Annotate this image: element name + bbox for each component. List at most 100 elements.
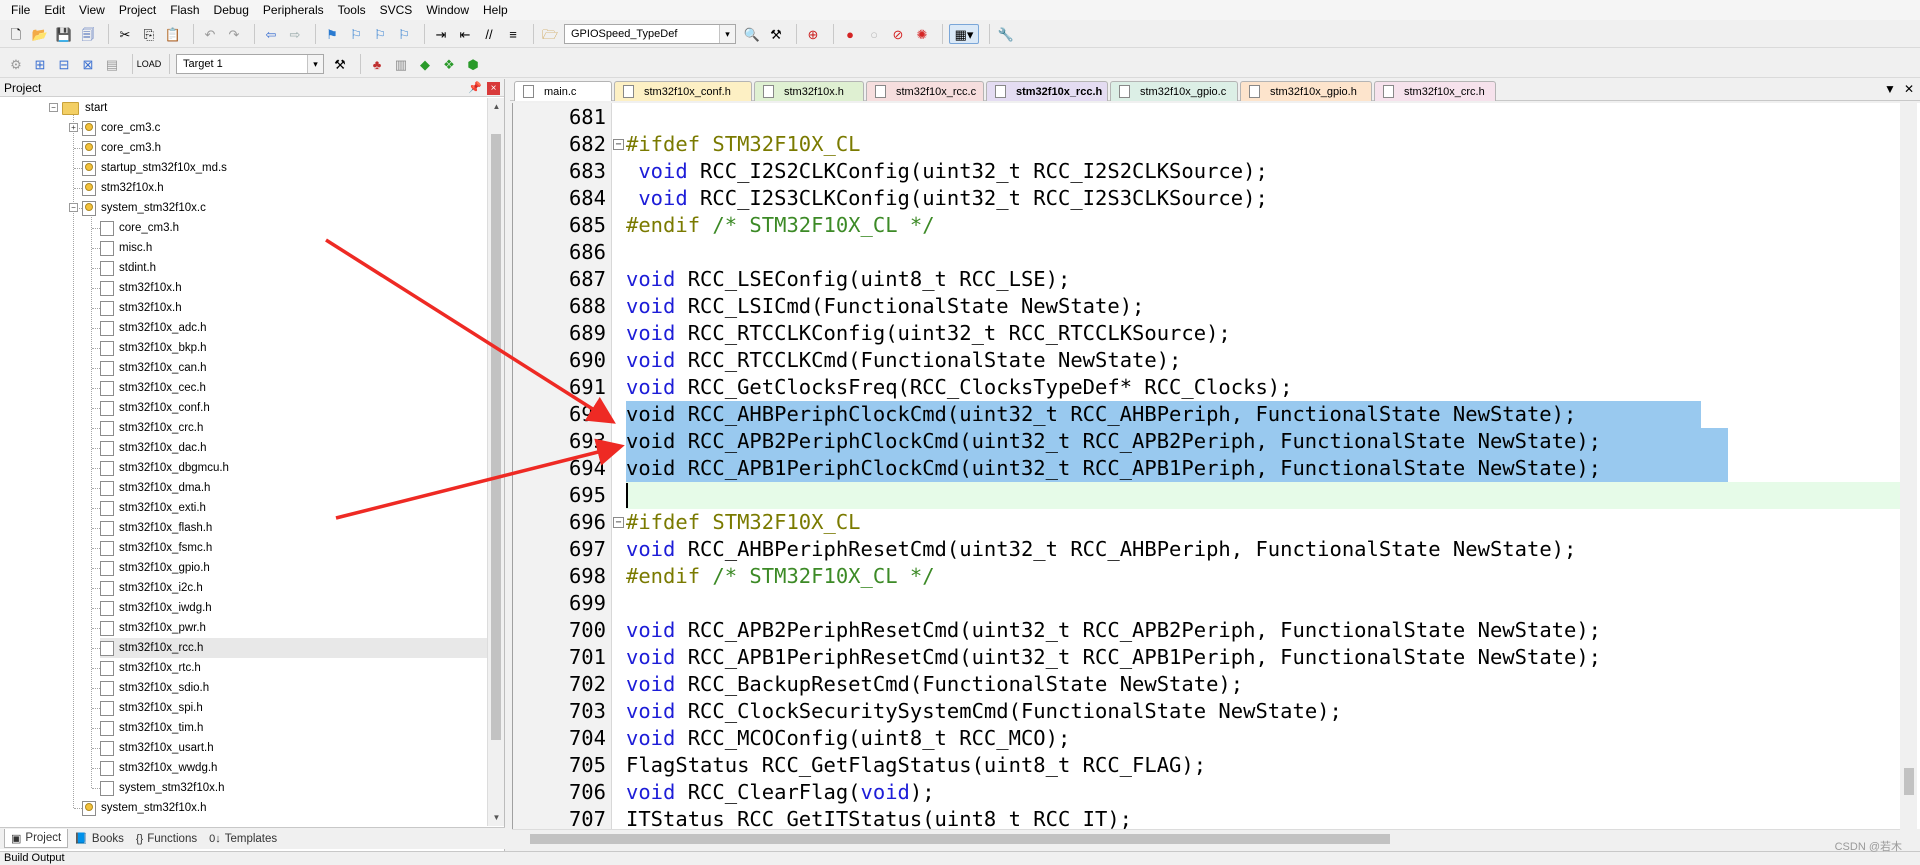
menu-peripherals[interactable]: Peripherals: [256, 3, 331, 17]
editor-tab[interactable]: stm32f10x_gpio.h: [1240, 81, 1372, 101]
code-line[interactable]: 690 void RCC_RTCCLKCmd(FunctionalState Ne…: [513, 347, 1901, 374]
tree-file-item[interactable]: stm32f10x_spi.h: [100, 698, 203, 718]
tree-file-item[interactable]: stm32f10x_dbgmcu.h: [100, 458, 229, 478]
tab-functions[interactable]: {} Functions: [130, 829, 203, 848]
tree-file-item[interactable]: stm32f10x.h: [100, 298, 182, 318]
editor-tab[interactable]: stm32f10x.h: [754, 81, 864, 101]
tree-file-item[interactable]: stm32f10x_can.h: [100, 358, 207, 378]
find-icon[interactable]: 🔍: [742, 24, 762, 44]
code-line[interactable]: 702 void RCC_BackupResetCmd(FunctionalSta…: [513, 671, 1901, 698]
tree-file-item[interactable]: stm32f10x_crc.h: [100, 418, 203, 438]
target-options-icon[interactable]: ⚒: [330, 54, 350, 74]
code-line[interactable]: 696− #ifdef STM32F10X_CL: [513, 509, 1901, 536]
editor-tab[interactable]: stm32f10x_gpio.c: [1110, 81, 1238, 101]
save-icon[interactable]: 💾: [54, 24, 74, 44]
translate-icon[interactable]: ⚙: [6, 54, 26, 74]
code-line[interactable]: 699: [513, 590, 1901, 617]
batch-build-icon[interactable]: ⊠: [78, 54, 98, 74]
menu-svcs[interactable]: SVCS: [373, 3, 420, 17]
build-icon[interactable]: ⊞: [30, 54, 50, 74]
menu-file[interactable]: File: [4, 3, 37, 17]
code-line[interactable]: 706 void RCC_ClearFlag(void);: [513, 779, 1901, 806]
code-line[interactable]: 707 ITStatus RCC_GetITStatus(uint8_t RCC_…: [513, 806, 1901, 829]
tab-books[interactable]: 📘 Books: [68, 829, 130, 848]
tab-templates[interactable]: 0↓ Templates: [203, 829, 283, 848]
menu-edit[interactable]: Edit: [37, 3, 72, 17]
code-line[interactable]: 695: [513, 482, 1901, 509]
tree-file-item[interactable]: stm32f10x_gpio.h: [100, 558, 210, 578]
prev-bookmark-icon[interactable]: ⚐: [346, 24, 366, 44]
tree-file-item[interactable]: system_stm32f10x.c: [82, 198, 206, 218]
tree-file-item[interactable]: stm32f10x_iwdg.h: [100, 598, 212, 618]
debug-session-icon[interactable]: ⊕: [803, 24, 823, 44]
editor-tab[interactable]: stm32f10x_crc.h: [1374, 81, 1496, 101]
save-all-icon[interactable]: 🗐: [78, 24, 98, 44]
project-tree-scrollbar[interactable]: ▲ ▼: [487, 98, 504, 826]
unindent-icon[interactable]: ⇤: [455, 24, 475, 44]
tree-file-item[interactable]: stm32f10x_conf.h: [100, 398, 210, 418]
new-file-icon[interactable]: 🗋: [6, 24, 26, 44]
code-line[interactable]: 694 void RCC_APB1PeriphClockCmd(uint32_t …: [513, 455, 1901, 482]
editor-tab[interactable]: stm32f10x_conf.h: [614, 81, 752, 101]
tree-file-item[interactable]: stm32f10x_fsmc.h: [100, 538, 212, 558]
code-line[interactable]: 689 void RCC_RTCCLKConfig(uint32_t RCC_RT…: [513, 320, 1901, 347]
find-in-files-icon[interactable]: 🗁: [540, 24, 560, 44]
editor-vertical-scrollbar[interactable]: [1900, 103, 1917, 829]
rebuild-icon[interactable]: ⊟: [54, 54, 74, 74]
pack-installer-icon[interactable]: ◆: [415, 54, 435, 74]
window-layout-icon[interactable]: ▦▾: [949, 24, 979, 44]
kill-breakpoints-icon[interactable]: ⊘: [888, 24, 908, 44]
tree-file-item[interactable]: system_stm32f10x.h: [100, 778, 224, 798]
manage-project-icon[interactable]: ♣: [367, 54, 387, 74]
expand-icon[interactable]: +: [69, 123, 78, 132]
scroll-up-icon[interactable]: ▲: [488, 98, 505, 115]
fold-collapse-icon[interactable]: −: [613, 517, 624, 528]
run-time-environment-icon[interactable]: ⬢: [463, 54, 483, 74]
menu-help[interactable]: Help: [476, 3, 515, 17]
tab-list-dropdown-icon[interactable]: ▼: [1884, 82, 1896, 96]
editor-tab[interactable]: stm32f10x_rcc.c: [866, 81, 984, 101]
nav-back-icon[interactable]: ⇦: [261, 24, 281, 44]
tree-file-item[interactable]: stm32f10x_flash.h: [100, 518, 212, 538]
menu-debug[interactable]: Debug: [207, 3, 256, 17]
tree-file-item[interactable]: stm32f10x_bkp.h: [100, 338, 207, 358]
download-icon[interactable]: LOAD: [137, 54, 162, 74]
incremental-find-icon[interactable]: ⚒: [766, 24, 786, 44]
code-line[interactable]: 693 void RCC_APB2PeriphClockCmd(uint32_t …: [513, 428, 1901, 455]
editor-tab[interactable]: main.c: [514, 81, 612, 101]
code-line[interactable]: 705 FlagStatus RCC_GetFlagStatus(uint8_t …: [513, 752, 1901, 779]
menu-tools[interactable]: Tools: [331, 3, 373, 17]
tree-file-item[interactable]: stm32f10x_dma.h: [100, 478, 210, 498]
code-line[interactable]: 688 void RCC_LSICmd(FunctionalState NewSt…: [513, 293, 1901, 320]
collapse-icon[interactable]: −: [49, 103, 58, 112]
code-line[interactable]: 692 void RCC_AHBPeriphClockCmd(uint32_t R…: [513, 401, 1901, 428]
disable-breakpoint-icon[interactable]: ○: [864, 24, 884, 44]
chevron-down-icon[interactable]: ▾: [307, 55, 323, 73]
tree-file-item[interactable]: core_cm3.c: [82, 118, 160, 138]
tree-file-item[interactable]: core_cm3.h: [82, 138, 161, 158]
code-line[interactable]: 686: [513, 239, 1901, 266]
tree-file-item[interactable]: system_stm32f10x.h: [82, 798, 206, 818]
code-line[interactable]: 701 void RCC_APB1PeriphResetCmd(uint32_t …: [513, 644, 1901, 671]
code-editor[interactable]: 681 682− #ifdef STM32F10X_CL 683 void RCC_I…: [512, 103, 1920, 829]
code-line[interactable]: 697 void RCC_AHBPeriphResetCmd(uint32_t R…: [513, 536, 1901, 563]
indent-icon[interactable]: ⇥: [431, 24, 451, 44]
kill-all-breakpoints-icon[interactable]: ✺: [912, 24, 932, 44]
tree-file-item[interactable]: stm32f10x_rtc.h: [100, 658, 201, 678]
code-line[interactable]: 691 void RCC_GetClocksFreq(RCC_ClocksType…: [513, 374, 1901, 401]
copy-icon[interactable]: ⎘: [139, 24, 159, 44]
tree-file-item[interactable]: stm32f10x_exti.h: [100, 498, 206, 518]
bookmark-icon[interactable]: ⚑: [322, 24, 342, 44]
menu-view[interactable]: View: [72, 3, 112, 17]
nav-forward-icon[interactable]: ⇨: [285, 24, 305, 44]
tree-file-item[interactable]: stm32f10x_usart.h: [100, 738, 214, 758]
tree-file-item[interactable]: startup_stm32f10x_md.s: [82, 158, 227, 178]
tab-project[interactable]: ▣ Project: [4, 829, 69, 848]
tree-folder[interactable]: start: [62, 98, 107, 118]
undo-icon[interactable]: ↶: [200, 24, 220, 44]
tree-file-item[interactable]: stm32f10x_dac.h: [100, 438, 207, 458]
tree-file-item[interactable]: stm32f10x.h: [100, 278, 182, 298]
code-line[interactable]: 698 #endif /* STM32F10X_CL */: [513, 563, 1901, 590]
code-line[interactable]: 684 void RCC_I2S3CLKConfig(uint32_t RCC_…: [513, 185, 1901, 212]
pin-icon[interactable]: 📌: [468, 81, 482, 94]
